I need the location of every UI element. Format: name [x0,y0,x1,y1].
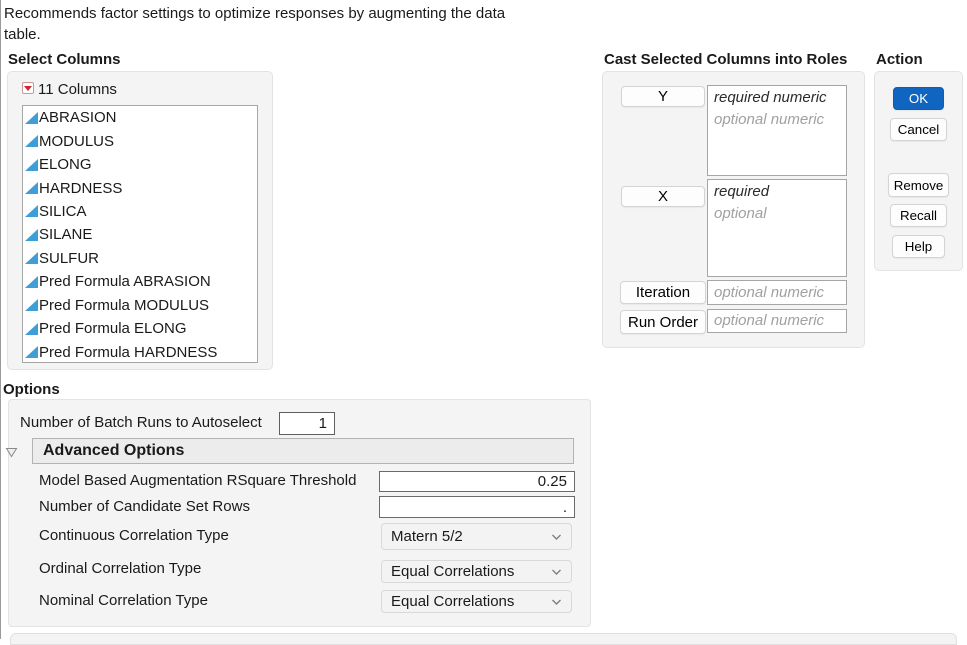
rsquare-threshold-input[interactable]: 0.25 [379,471,575,492]
continuous-correlation-label: Continuous Correlation Type [39,527,229,544]
columns-menu-button[interactable] [22,82,34,94]
window-left-border [0,0,1,639]
continuous-column-icon [25,346,38,358]
column-name: MODULUS [39,133,114,150]
column-name: ELONG [39,156,92,173]
continuous-correlation-select[interactable]: Matern 5/2 [381,523,572,550]
continuous-column-icon [25,276,38,288]
continuous-correlation-value: Matern 5/2 [391,528,463,545]
continuous-column-icon [25,229,38,241]
nominal-correlation-select[interactable]: Equal Correlations [381,590,572,613]
iteration-optional-hint: optional numeric [714,282,840,303]
batch-runs-input[interactable]: 1 [279,412,335,435]
continuous-column-icon [25,299,38,311]
column-list-item[interactable]: ELONG [23,153,257,176]
advanced-options-header[interactable]: Advanced Options [32,438,574,464]
y-role-dropzone[interactable]: required numeric optional numeric [707,85,847,176]
column-name: SILANE [39,226,92,243]
action-heading: Action [876,51,923,68]
column-list-item[interactable]: Pred Formula ELONG [23,317,257,340]
rsquare-threshold-label: Model Based Augmentation RSquare Thresho… [39,472,356,489]
column-list-item[interactable]: ABRASION [23,106,257,129]
column-list-item[interactable]: Pred Formula MODULUS [23,294,257,317]
cancel-button[interactable]: Cancel [890,118,947,141]
run-order-optional-hint: optional numeric [714,311,840,331]
nominal-correlation-label: Nominal Correlation Type [39,592,208,609]
ordinal-correlation-value: Equal Correlations [391,563,514,580]
chevron-down-icon [551,534,562,541]
continuous-column-icon [25,323,38,335]
advanced-options-disclosure-icon[interactable] [5,447,18,458]
chevron-down-icon [551,599,562,606]
column-list-item[interactable]: SILICA [23,200,257,223]
help-button[interactable]: Help [892,235,945,258]
ordinal-correlation-label: Ordinal Correlation Type [39,560,201,577]
run-order-role-dropzone[interactable]: optional numeric [707,309,847,333]
column-name: Pred Formula ELONG [39,320,187,337]
column-list-item[interactable]: Pred Formula HARDNESS [23,340,257,363]
ok-button[interactable]: OK [893,87,944,110]
remove-button[interactable]: Remove [888,173,949,197]
continuous-column-icon [25,205,38,217]
column-name: Pred Formula MODULUS [39,297,209,314]
advanced-options-title: Advanced Options [43,442,184,460]
x-optional-hint: optional [714,203,840,225]
red-triangle-icon [24,86,32,91]
iteration-role-dropzone[interactable]: optional numeric [707,280,847,305]
y-role-button[interactable]: Y [621,86,705,107]
continuous-column-icon [25,135,38,147]
column-list-item[interactable]: Pred Formula ABRASION [23,270,257,293]
iteration-role-button[interactable]: Iteration [620,281,706,304]
chevron-down-icon [551,569,562,576]
column-list-item[interactable]: SILANE [23,223,257,246]
column-name: SULFUR [39,250,99,267]
column-list-item[interactable]: MODULUS [23,129,257,152]
x-role-button[interactable]: X [621,186,705,207]
y-required-hint: required numeric [714,87,840,109]
dialog-description: Recommends factor settings to optimize r… [4,3,509,45]
x-role-dropzone[interactable]: required optional [707,179,847,277]
columns-count-label: 11 Columns [38,81,117,98]
column-name: Pred Formula HARDNESS [39,344,217,361]
ordinal-correlation-select[interactable]: Equal Correlations [381,560,572,583]
run-order-role-button[interactable]: Run Order [620,310,706,334]
continuous-column-icon [25,112,38,124]
columns-listbox[interactable]: ABRASION MODULUS ELONG HARDNESS SILICA S… [22,105,258,363]
candidate-rows-label: Number of Candidate Set Rows [39,498,250,515]
column-list-item[interactable]: SULFUR [23,247,257,270]
column-name: ABRASION [39,109,117,126]
continuous-column-icon [25,182,38,194]
column-list-item[interactable]: HARDNESS [23,176,257,199]
nominal-correlation-value: Equal Correlations [391,593,514,610]
column-name: Pred Formula ABRASION [39,273,211,290]
next-section-panel-edge [10,633,957,645]
candidate-rows-input[interactable]: . [379,496,575,518]
roles-heading: Cast Selected Columns into Roles [604,51,847,68]
continuous-column-icon [25,252,38,264]
batch-runs-label: Number of Batch Runs to Autoselect [20,414,262,431]
select-columns-heading: Select Columns [8,51,121,68]
continuous-column-icon [25,159,38,171]
x-required-hint: required [714,181,840,203]
options-heading: Options [3,381,60,398]
y-optional-hint: optional numeric [714,109,840,131]
column-name: HARDNESS [39,180,122,197]
recall-button[interactable]: Recall [890,204,947,227]
column-name: SILICA [39,203,87,220]
